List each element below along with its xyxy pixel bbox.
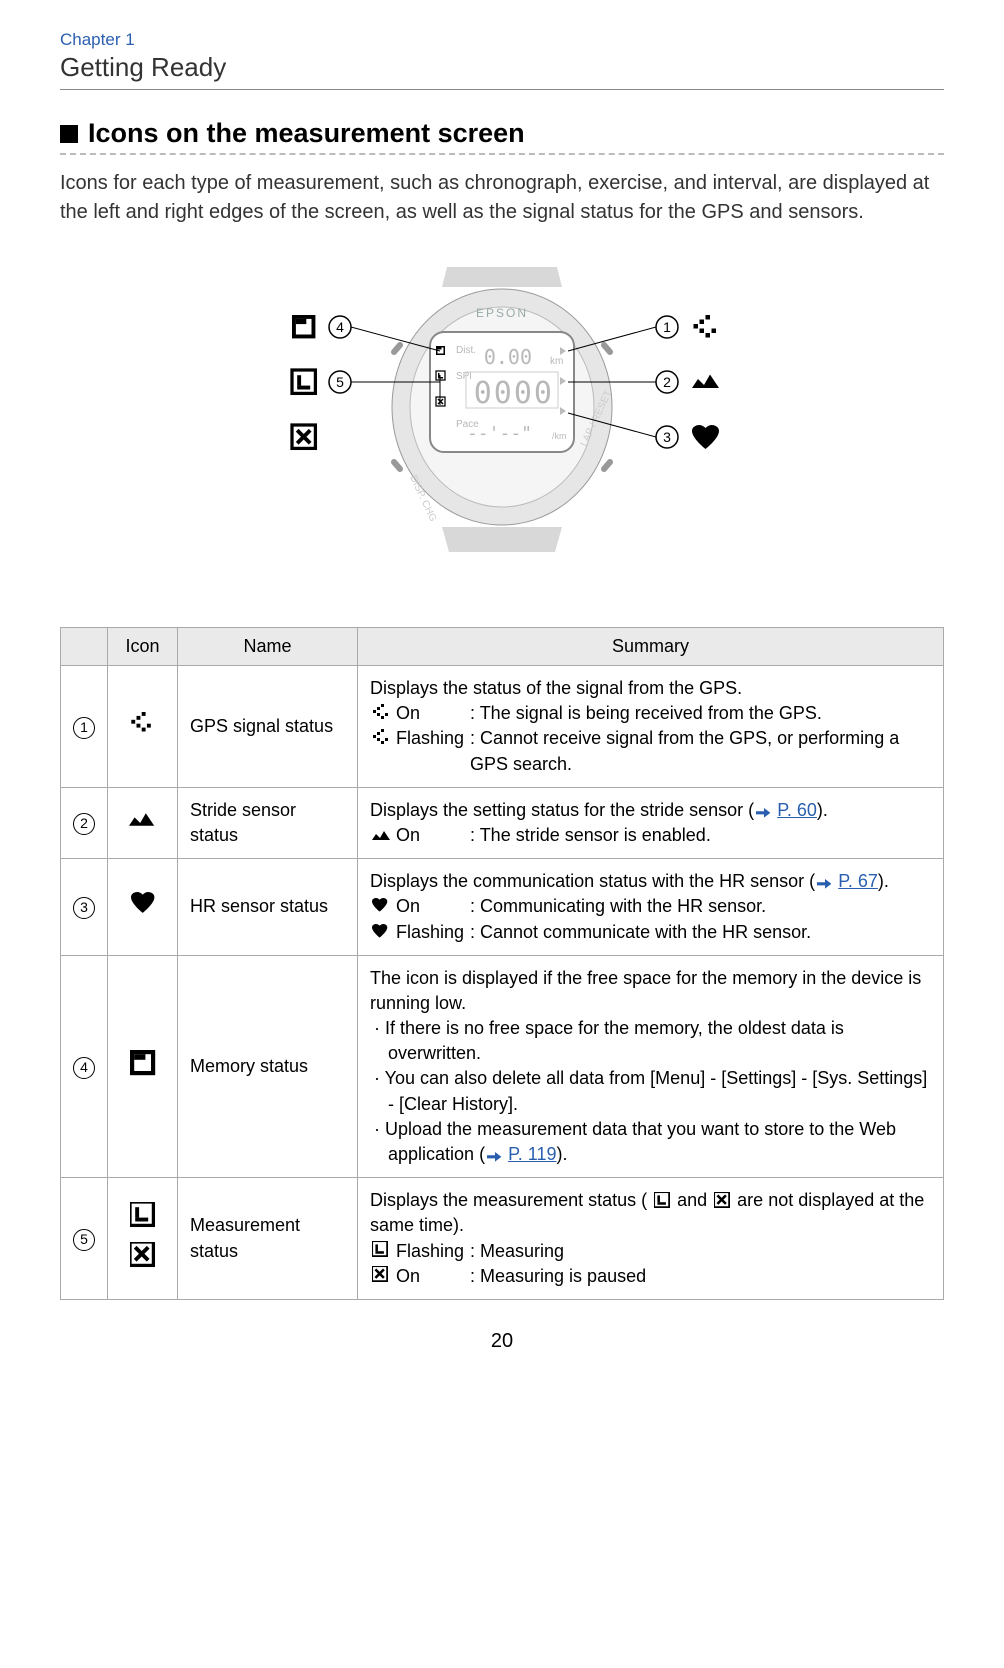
table-row: 1 GPS signal status Displays the status …	[61, 666, 944, 788]
row-summary: Displays the status of the signal from t…	[358, 666, 944, 788]
paused-icon	[372, 1264, 390, 1289]
row-name: Memory status	[178, 955, 358, 1178]
section-heading-text: Icons on the measurement screen	[88, 118, 525, 149]
table-row: 2 Stride sensor status Displays the sett…	[61, 787, 944, 858]
row-summary: Displays the setting status for the stri…	[358, 787, 944, 858]
callout-5-num: 5	[336, 374, 344, 390]
stride-icon	[372, 823, 390, 848]
heart-icon	[372, 920, 390, 945]
table-row: 4 Memory status The icon is displayed if…	[61, 955, 944, 1178]
row-index: 2	[73, 813, 95, 835]
row-name: Stride sensor status	[178, 787, 358, 858]
row-index: 4	[73, 1057, 95, 1079]
row-index: 1	[73, 717, 95, 739]
svg-text:Dist.: Dist.	[456, 345, 476, 356]
watch-brand: EPSON	[476, 306, 528, 320]
section-bullet-icon	[60, 125, 78, 143]
svg-text:SPl: SPl	[456, 371, 472, 382]
link-p60[interactable]: P. 60	[777, 800, 817, 820]
th-name: Name	[178, 628, 358, 666]
row-index: 5	[73, 1229, 95, 1251]
row-name: HR sensor status	[178, 859, 358, 956]
th-icon: Icon	[108, 628, 178, 666]
heart-icon	[372, 894, 390, 919]
callout-4-num: 4	[336, 319, 344, 335]
measuring-icon	[130, 1202, 156, 1228]
watch-figure: 4 5 1 2 3 EPSON Dist. 0.00 km SPl 0000 P…	[60, 267, 944, 567]
page-title: Getting Ready	[60, 52, 944, 90]
paused-icon	[714, 1192, 730, 1208]
row-name: Measurement status	[178, 1178, 358, 1300]
measuring-icon	[372, 1239, 390, 1264]
paused-icon	[130, 1242, 156, 1268]
gps-icon	[130, 712, 156, 734]
chapter-label: Chapter 1	[60, 30, 944, 50]
svg-text:0000: 0000	[474, 376, 554, 411]
callout-3-num: 3	[663, 429, 671, 445]
svg-text:km: km	[550, 356, 563, 367]
svg-text:--'--": --'--"	[467, 423, 532, 444]
row-summary: Displays the measurement status ( and ar…	[358, 1178, 944, 1300]
row-summary: The icon is displayed if the free space …	[358, 955, 944, 1178]
table-row: 5 Measurement status Displays the measur…	[61, 1178, 944, 1300]
watch-svg: 4 5 1 2 3 EPSON Dist. 0.00 km SPl 0000 P…	[222, 267, 782, 567]
gps-icon	[372, 701, 390, 726]
section-heading: Icons on the measurement screen	[60, 118, 944, 155]
measuring-icon	[654, 1192, 670, 1208]
stride-icon	[129, 809, 157, 829]
page-number: 20	[60, 1330, 944, 1353]
callout-1-num: 1	[663, 319, 671, 335]
svg-text:/km: /km	[552, 431, 567, 441]
callout-2-num: 2	[663, 374, 671, 390]
link-p119[interactable]: P. 119	[508, 1144, 556, 1164]
svg-text:0.00: 0.00	[484, 345, 532, 369]
arrow-icon	[756, 808, 770, 818]
th-summary: Summary	[358, 628, 944, 666]
memory-icon	[130, 1050, 156, 1076]
arrow-icon	[487, 1152, 501, 1162]
heart-icon	[131, 892, 155, 914]
row-name: GPS signal status	[178, 666, 358, 788]
icons-table: Icon Name Summary 1 GPS signal status Di…	[60, 627, 944, 1300]
arrow-icon	[817, 879, 831, 889]
intro-paragraph: Icons for each type of measurement, such…	[60, 169, 944, 227]
gps-icon	[372, 726, 390, 751]
row-summary: Displays the communication status with t…	[358, 859, 944, 956]
row-index: 3	[73, 897, 95, 919]
link-p67[interactable]: P. 67	[838, 871, 878, 891]
table-row: 3 HR sensor status Displays the communic…	[61, 859, 944, 956]
